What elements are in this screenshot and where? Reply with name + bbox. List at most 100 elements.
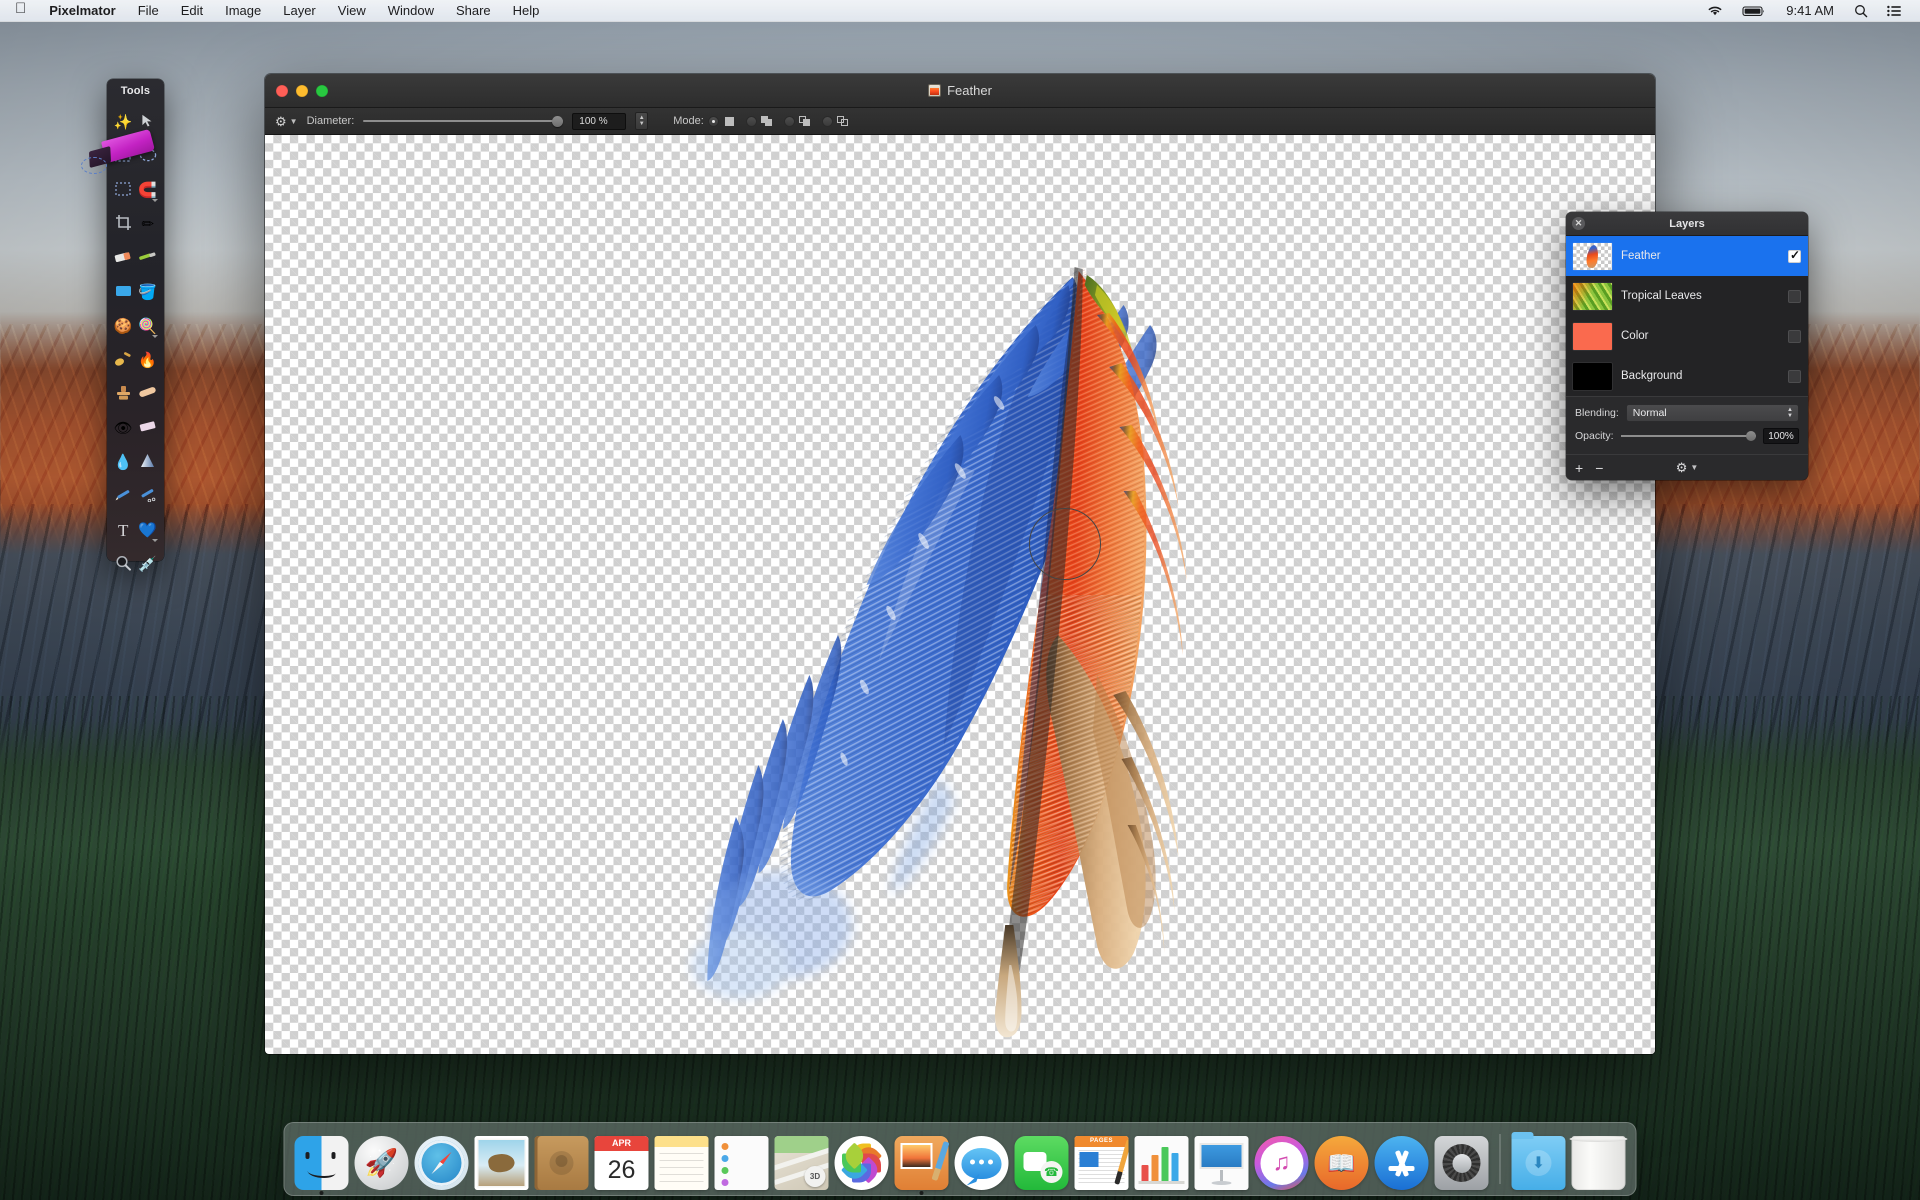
tools-palette[interactable]: Tools ✨ 🧲 ✏ 🪣 🍪 🍭 🔥 👁 💧 T 💙 💉	[81, 79, 164, 572]
menu-item-edit[interactable]: Edit	[170, 0, 214, 22]
zoom-button[interactable]	[316, 84, 328, 97]
layer-row-color[interactable]: Color	[1566, 316, 1808, 356]
search-icon[interactable]	[1845, 0, 1877, 22]
menu-clock[interactable]: 9:41 AM	[1776, 0, 1844, 22]
magnetic-selection-tool[interactable]: 🧲	[136, 173, 161, 207]
mode-radio-new[interactable]	[707, 115, 719, 127]
dock-item-mail[interactable]	[473, 1126, 531, 1190]
elliptical-marquee-tool[interactable]	[136, 139, 161, 173]
dock-item-finder[interactable]	[293, 1126, 351, 1195]
menu-item-share[interactable]: Share	[445, 0, 502, 22]
layer-actions-menu-button[interactable]: ⚙ ▼	[1676, 460, 1699, 476]
add-layer-button[interactable]: +	[1575, 461, 1583, 475]
document-canvas[interactable]	[265, 135, 1655, 1054]
diameter-stepper[interactable]: ▲ ▼	[635, 112, 649, 130]
window-titlebar[interactable]: Feather	[265, 74, 1655, 108]
battery-icon[interactable]	[1733, 0, 1775, 22]
dock-item-trash[interactable]	[1569, 1126, 1628, 1190]
dock-item-system-preferences[interactable]	[1433, 1126, 1491, 1190]
canvas-scroll-area[interactable]	[265, 135, 1655, 1054]
remove-layer-button[interactable]: −	[1595, 461, 1603, 475]
opacity-slider-knob[interactable]	[1746, 431, 1756, 441]
burn-tool[interactable]: 🔥	[136, 343, 161, 377]
quick-selection-tool[interactable]	[111, 173, 136, 207]
dock-item-numbers[interactable]	[1133, 1126, 1191, 1190]
blending-mode-select[interactable]: Normal ▲ ▼	[1625, 404, 1799, 422]
eraser-alt-tool[interactable]	[136, 411, 161, 445]
layers-palette[interactable]: ✕ Layers Feather Tropical Leaves Color	[1566, 212, 1808, 480]
wifi-icon[interactable]	[1698, 0, 1732, 22]
menu-item-view[interactable]: View	[327, 0, 377, 22]
dock-item-downloads[interactable]: ⬇	[1510, 1126, 1568, 1190]
mode-add-selection[interactable]	[745, 115, 774, 127]
repair-tool[interactable]	[136, 377, 161, 411]
mode-subtract-selection[interactable]	[783, 115, 812, 127]
dock-item-calendar[interactable]: APR 26	[593, 1126, 651, 1190]
magic-wand-tool[interactable]: ✨	[111, 105, 136, 139]
paintbrush-tool[interactable]	[136, 241, 161, 275]
notification-center-icon[interactable]	[1878, 0, 1910, 22]
mode-radio-intersect[interactable]	[821, 115, 833, 127]
dock-item-keynote[interactable]	[1193, 1126, 1251, 1190]
dock-item-pages[interactable]: PAGES	[1073, 1126, 1131, 1190]
move-tool[interactable]	[136, 105, 161, 139]
dock-item-itunes[interactable]: ♫	[1253, 1126, 1311, 1190]
menu-item-image[interactable]: Image	[214, 0, 272, 22]
rectangular-marquee-tool[interactable]	[111, 139, 136, 173]
color-fill-tool[interactable]	[111, 275, 136, 309]
opacity-value-field[interactable]: 100%	[1763, 428, 1799, 444]
red-eye-tool[interactable]: 👁	[111, 411, 136, 445]
sponge-tool[interactable]: 🍭	[136, 309, 161, 343]
layer-row-feather[interactable]: Feather	[1566, 236, 1808, 276]
minimize-button[interactable]	[296, 84, 308, 97]
dock-item-safari[interactable]	[413, 1126, 471, 1190]
menu-item-window[interactable]: Window	[377, 0, 445, 22]
dock-item-pixelmator[interactable]	[893, 1126, 951, 1195]
layer-row-tropical-leaves[interactable]: Tropical Leaves	[1566, 276, 1808, 316]
zoom-tool[interactable]	[111, 547, 136, 581]
dock-item-notes[interactable]	[653, 1126, 711, 1190]
dock-item-messages[interactable]	[953, 1126, 1011, 1190]
layer-visibility-checkbox-tropical-leaves[interactable]	[1788, 289, 1801, 303]
layer-visibility-checkbox-color[interactable]	[1788, 329, 1801, 343]
dodge-tool[interactable]: 🍪	[111, 309, 136, 343]
eraser-tool[interactable]	[111, 241, 136, 275]
diameter-slider[interactable]	[363, 114, 564, 128]
pen-tool[interactable]	[136, 479, 161, 513]
blur-tool[interactable]: 💧	[111, 445, 136, 479]
clone-stamp-tool[interactable]	[111, 377, 136, 411]
dock-item-reminders[interactable]	[713, 1126, 771, 1190]
menu-app-name[interactable]: Pixelmator	[38, 0, 126, 22]
diameter-slider-knob[interactable]	[552, 115, 564, 127]
layer-visibility-checkbox-feather[interactable]	[1788, 248, 1801, 263]
paint-bucket-tool[interactable]: 🪣	[136, 275, 161, 309]
dock-item-facetime[interactable]: ☎	[1013, 1126, 1071, 1190]
layer-row-background[interactable]: Background	[1566, 356, 1808, 396]
apple-logo-icon[interactable]: 	[0, 0, 38, 22]
menu-item-layer[interactable]: Layer	[272, 0, 327, 22]
opacity-slider[interactable]	[1620, 430, 1756, 442]
menu-item-help[interactable]: Help	[502, 0, 551, 22]
document-proxy-icon[interactable]	[928, 84, 942, 97]
dock-item-ibooks[interactable]: 📖	[1313, 1126, 1371, 1190]
mode-radio-add[interactable]	[745, 115, 757, 127]
mode-radio-subtract[interactable]	[783, 115, 795, 127]
stepper-down-icon[interactable]: ▼	[639, 121, 645, 127]
mode-intersect-selection[interactable]	[821, 115, 850, 127]
diameter-value-field[interactable]: 100 %	[572, 112, 627, 130]
color-picker-tool[interactable]: 💉	[136, 547, 161, 581]
type-tool[interactable]: T	[111, 513, 136, 547]
close-icon[interactable]: ✕	[1572, 217, 1585, 230]
pencil-tool[interactable]	[111, 479, 136, 513]
shape-tool[interactable]: 💙	[136, 513, 161, 547]
mode-new-selection[interactable]	[707, 115, 736, 127]
dock-item-app-store[interactable]	[1373, 1126, 1431, 1190]
close-button[interactable]	[276, 84, 288, 97]
brush-settings-gear-button[interactable]: ⚙ ▼	[275, 115, 298, 128]
dock-item-launchpad[interactable]: 🚀	[353, 1126, 411, 1190]
paint-tool[interactable]: ✏	[136, 207, 161, 241]
smudge-tool[interactable]	[111, 343, 136, 377]
dock-item-photos[interactable]	[833, 1126, 891, 1190]
dock-item-contacts[interactable]	[533, 1126, 591, 1190]
sharpen-tool[interactable]	[136, 445, 161, 479]
